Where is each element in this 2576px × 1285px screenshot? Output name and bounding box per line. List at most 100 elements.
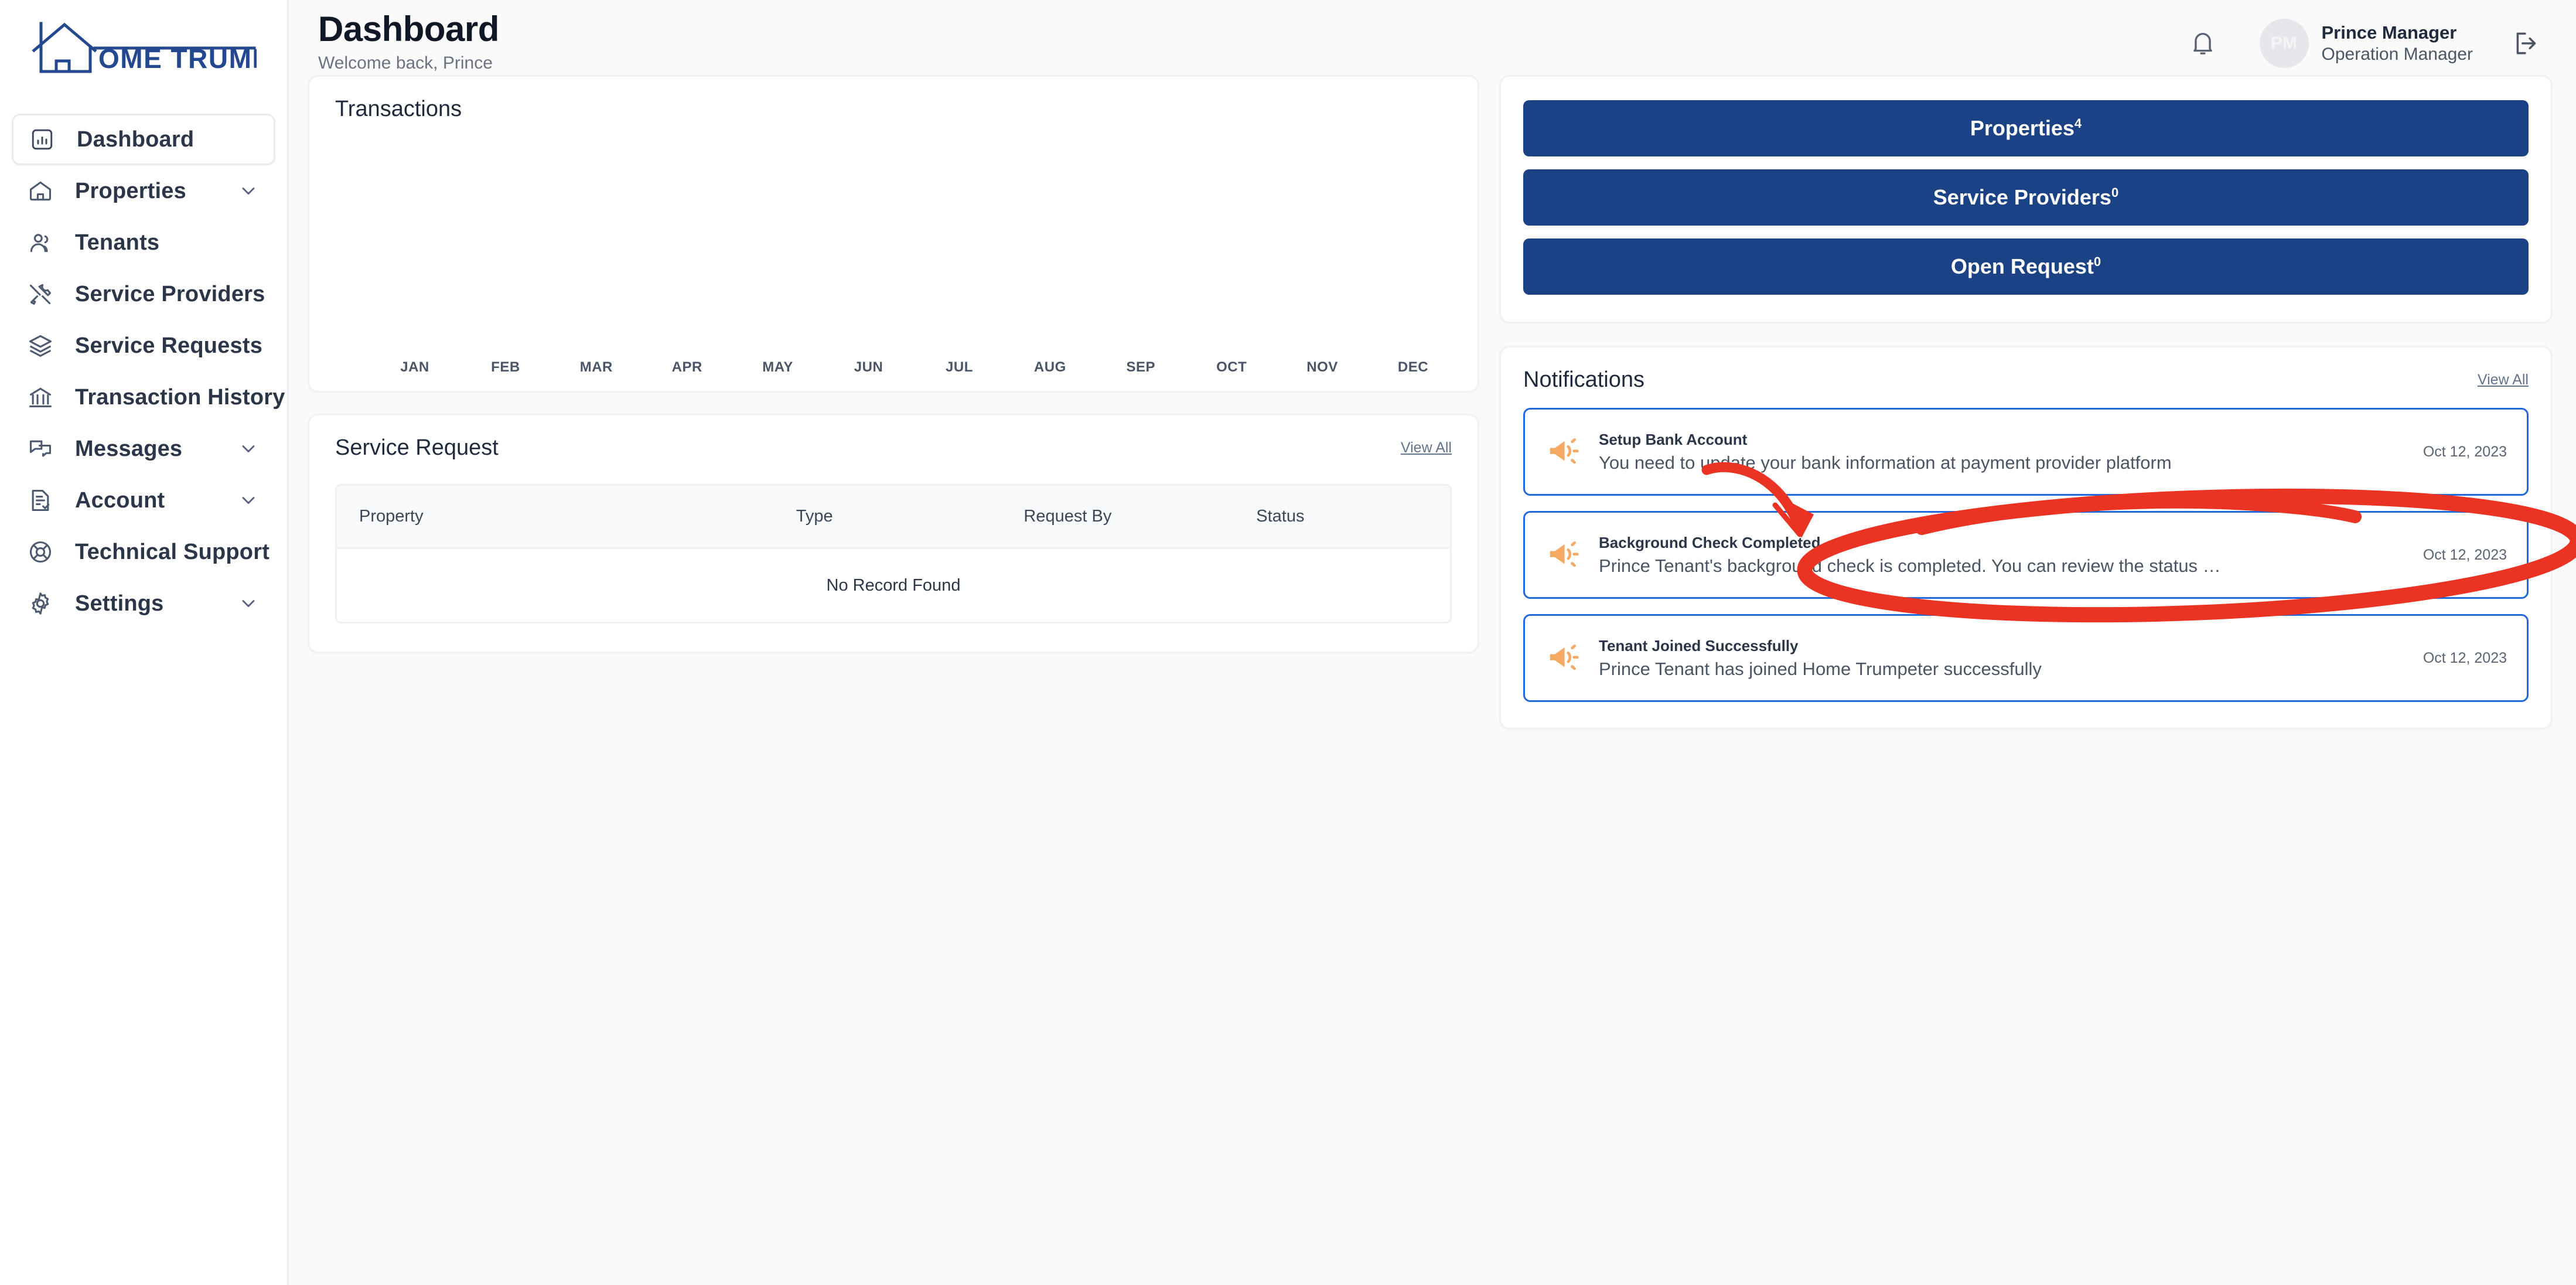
- topbar: Dashboard Welcome back, Prince PM Prince…: [289, 0, 2576, 75]
- brand-logo[interactable]: OME TRUMPETER: [0, 0, 287, 98]
- notification-body: Tenant Joined Successfully Prince Tenant…: [1599, 637, 2410, 680]
- chart-bar-icon: [29, 126, 56, 153]
- service-request-title: Service Request: [335, 435, 499, 460]
- chevron-down-icon[interactable]: [237, 489, 260, 512]
- properties-stat-count: 4: [2074, 116, 2082, 131]
- sidebar-item-transaction-history[interactable]: Transaction History: [12, 371, 285, 423]
- notification-date: Oct 12, 2023: [2423, 649, 2507, 666]
- notification-item-background-check-completed[interactable]: Background Check Completed Prince Tenant…: [1523, 511, 2529, 599]
- notification-date: Oct 12, 2023: [2423, 546, 2507, 563]
- sidebar-item-label: Properties: [75, 178, 186, 203]
- avatar[interactable]: PM: [2259, 19, 2309, 68]
- axis-tick: SEP: [1126, 359, 1156, 375]
- sidebar-item-service-requests[interactable]: Service Requests: [12, 320, 275, 371]
- chevron-down-icon[interactable]: [237, 179, 260, 203]
- column-header-request-by: Request By: [1023, 507, 1112, 526]
- service-request-card: Service Request View All Property Type R…: [308, 414, 1479, 653]
- notifications-card: Notifications View All Setup Bank Accoun…: [1499, 346, 2553, 730]
- open-request-stat-count: 0: [2093, 254, 2101, 269]
- service-request-table: Property Type Request By Status No Recor…: [335, 484, 1452, 623]
- main-area: Dashboard Welcome back, Prince PM Prince…: [289, 0, 2576, 1285]
- chevron-down-icon[interactable]: [237, 592, 260, 615]
- sidebar-item-settings[interactable]: Settings: [12, 578, 275, 629]
- sidebar-item-label: Service Requests: [75, 333, 263, 358]
- sidebar-item-properties[interactable]: Properties: [12, 165, 275, 217]
- transactions-card: Transactions JAN FEB MAR APR MAY JUN JUL…: [308, 75, 1479, 393]
- axis-tick: NOV: [1306, 359, 1338, 375]
- notifications-view-all-link[interactable]: View All: [2478, 371, 2529, 388]
- app-root: OME TRUMPETER Dashboard: [0, 0, 2576, 1285]
- notification-item-tenant-joined-successfully[interactable]: Tenant Joined Successfully Prince Tenant…: [1523, 614, 2529, 702]
- axis-tick: OCT: [1216, 359, 1247, 375]
- sidebar-item-label: Technical Support: [75, 539, 270, 564]
- page-header: Dashboard Welcome back, Prince: [308, 11, 499, 73]
- home-icon: [27, 178, 54, 204]
- sidebar-nav: Dashboard Properties Tenants Service Pro…: [0, 114, 287, 629]
- axis-tick: JAN: [400, 359, 429, 375]
- sidebar-item-technical-support[interactable]: Technical Support: [12, 526, 275, 578]
- sidebar-item-label: Account: [75, 488, 165, 513]
- axis-tick: JUL: [946, 359, 973, 375]
- sidebar-item-label: Tenants: [75, 230, 160, 255]
- chart-x-axis: JAN FEB MAR APR MAY JUN JUL AUG SEP OCT …: [380, 359, 1448, 376]
- lifebuoy-icon: [27, 538, 54, 565]
- open-request-stat-button[interactable]: Open Request0: [1523, 238, 2529, 295]
- layers-icon: [27, 332, 54, 359]
- axis-tick: FEB: [491, 359, 520, 375]
- chevron-down-icon[interactable]: [237, 437, 260, 461]
- left-column: Transactions JAN FEB MAR APR MAY JUN JUL…: [289, 75, 1479, 653]
- notification-message: You need to update your bank information…: [1599, 452, 2172, 473]
- service-providers-stat-label: Service Providers: [1933, 185, 2111, 209]
- axis-tick: APR: [671, 359, 702, 375]
- quick-stats-card: Properties4 Service Providers0 Open Requ…: [1499, 75, 2553, 323]
- brand-name-text: OME TRUMPETER: [98, 43, 257, 74]
- properties-stat-button[interactable]: Properties4: [1523, 100, 2529, 156]
- page-subtitle: Welcome back, Prince: [318, 53, 493, 73]
- service-request-view-all-link[interactable]: View All: [1401, 439, 1452, 456]
- notification-date: Oct 12, 2023: [2423, 443, 2507, 460]
- right-column: Properties4 Service Providers0 Open Requ…: [1499, 75, 2553, 730]
- properties-stat-label: Properties: [1970, 116, 2075, 140]
- sidebar-item-messages[interactable]: Messages: [12, 423, 275, 475]
- user-name: Prince Manager: [2321, 22, 2457, 43]
- sidebar-item-tenants[interactable]: Tenants: [12, 217, 275, 268]
- user-role: Operation Manager: [2321, 44, 2473, 64]
- table-header-row: Property Type Request By Status: [337, 486, 1450, 549]
- sidebar-item-label: Dashboard: [77, 127, 195, 152]
- user-info[interactable]: Prince Manager Operation Manager: [2322, 22, 2473, 64]
- notification-title: Tenant Joined Successfully: [1599, 636, 1799, 655]
- service-providers-stat-button[interactable]: Service Providers0: [1523, 169, 2529, 226]
- notification-title: Setup Bank Account: [1599, 430, 1748, 448]
- notification-body: Background Check Completed Prince Tenant…: [1599, 534, 2410, 577]
- notifications-title: Notifications: [1523, 367, 1644, 392]
- sidebar: OME TRUMPETER Dashboard: [0, 0, 289, 1285]
- axis-tick: JUN: [854, 359, 883, 375]
- logout-icon[interactable]: [2509, 26, 2543, 60]
- document-check-icon: [27, 487, 54, 514]
- chat-icon: [27, 435, 54, 462]
- sidebar-item-account[interactable]: Account: [12, 475, 275, 526]
- column-header-property: Property: [359, 507, 424, 526]
- notification-message: Prince Tenant has joined Home Trumpeter …: [1599, 658, 2042, 679]
- sidebar-item-dashboard[interactable]: Dashboard: [12, 114, 275, 165]
- column-header-status: Status: [1256, 507, 1305, 526]
- megaphone-icon: [1543, 537, 1585, 573]
- dashboard-content: Transactions JAN FEB MAR APR MAY JUN JUL…: [289, 75, 2576, 730]
- gear-icon: [27, 590, 54, 617]
- open-request-stat-label: Open Request: [1950, 254, 2094, 278]
- sidebar-item-label: Transaction History: [75, 384, 285, 410]
- notification-item-setup-bank-account[interactable]: Setup Bank Account You need to update yo…: [1523, 408, 2529, 496]
- axis-tick: MAR: [579, 359, 613, 375]
- bell-icon[interactable]: [2186, 26, 2220, 60]
- megaphone-icon: [1543, 640, 1585, 676]
- sidebar-item-service-providers[interactable]: Service Providers: [12, 268, 275, 320]
- column-header-type: Type: [796, 507, 833, 526]
- megaphone-icon: [1543, 434, 1585, 470]
- service-providers-stat-count: 0: [2111, 185, 2119, 200]
- axis-tick: DEC: [1397, 359, 1429, 375]
- transactions-plot-area: [335, 141, 1452, 350]
- users-icon: [27, 229, 54, 256]
- topbar-actions: PM Prince Manager Operation Manager: [2186, 11, 2544, 68]
- notifications-header: Notifications View All: [1523, 367, 2529, 393]
- table-empty-state: No Record Found: [337, 549, 1450, 622]
